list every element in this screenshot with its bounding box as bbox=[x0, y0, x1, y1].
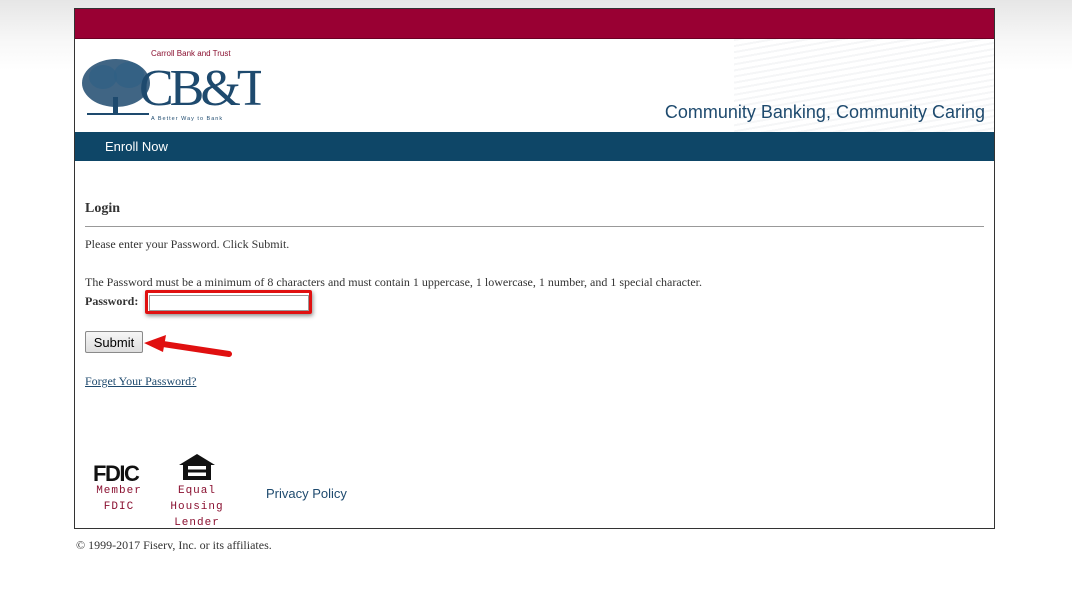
password-input[interactable] bbox=[149, 295, 309, 311]
privacy-policy-link[interactable]: Privacy Policy bbox=[266, 486, 347, 501]
header: Carroll Bank and Trust CB&T A Better Way… bbox=[75, 39, 994, 132]
page-frame: Carroll Bank and Trust CB&T A Better Way… bbox=[74, 8, 995, 529]
fdic-logo-icon: FDIC bbox=[93, 461, 141, 483]
brand-name-text: Carroll Bank and Trust bbox=[151, 49, 231, 58]
divider bbox=[85, 226, 984, 227]
submit-button[interactable]: Submit bbox=[85, 331, 143, 353]
copyright-text: © 1999-2017 Fiserv, Inc. or its affiliat… bbox=[76, 538, 272, 552]
svg-text:FDIC: FDIC bbox=[93, 461, 140, 483]
forgot-password-link[interactable]: Forget Your Password? bbox=[85, 374, 196, 389]
top-accent-bar bbox=[75, 9, 994, 39]
login-instruction: Please enter your Password. Click Submit… bbox=[85, 237, 290, 251]
login-title: Login bbox=[85, 201, 121, 216]
brand-initials-text: CB&T bbox=[139, 60, 261, 117]
red-arrow-icon bbox=[144, 335, 232, 357]
fdic-caption-line1: Member bbox=[96, 485, 142, 497]
password-requirements: The Password must be a minimum of 8 char… bbox=[85, 275, 702, 289]
equal-housing-badge: Equal Housing Lender bbox=[167, 453, 227, 531]
password-label: Password: bbox=[85, 294, 139, 308]
ehl-caption-line2: Housing bbox=[170, 501, 224, 513]
header-tagline: Community Banking, Community Caring bbox=[664, 102, 985, 122]
nav-bar: Enroll Now bbox=[75, 132, 994, 161]
fdic-badge: FDIC Member FDIC bbox=[89, 461, 149, 515]
bank-logo: Carroll Bank and Trust CB&T A Better Way… bbox=[82, 49, 261, 122]
brand-slogan-text: A Better Way to Bank bbox=[151, 116, 223, 122]
equal-housing-icon bbox=[179, 454, 215, 480]
ehl-caption-line1: Equal bbox=[177, 485, 216, 497]
enroll-now-link[interactable]: Enroll Now bbox=[105, 139, 168, 154]
fdic-caption-line2: FDIC bbox=[103, 501, 135, 513]
ehl-caption-line3: Lender bbox=[174, 517, 220, 529]
